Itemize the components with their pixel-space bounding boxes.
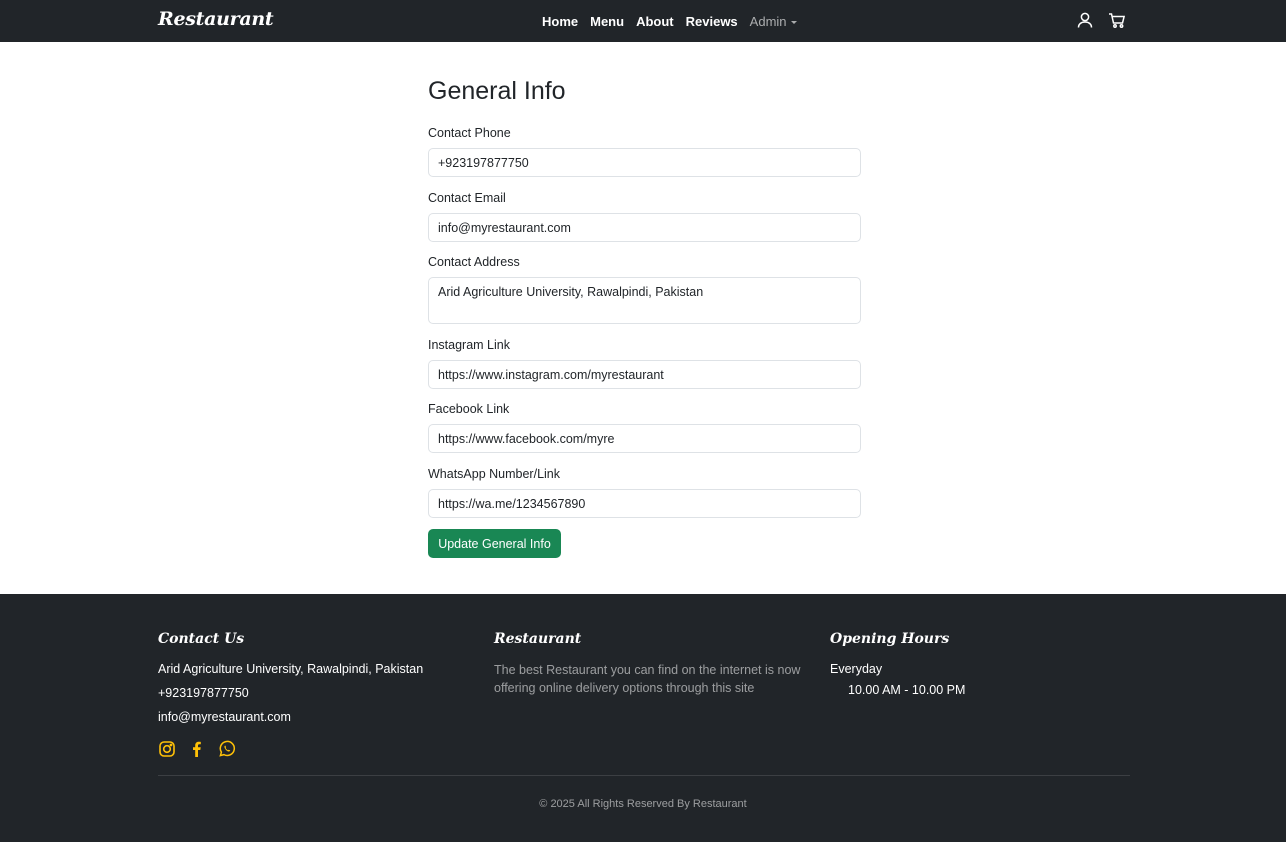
navbar: Restaurant Home Menu About Reviews Admin bbox=[0, 0, 1286, 42]
footer-hours-time: 10.00 AM - 10.00 PM bbox=[848, 683, 966, 697]
copyright-text: © 2025 All Rights Reserved By Restaurant bbox=[539, 798, 747, 810]
nav-icons bbox=[1076, 11, 1126, 29]
contact-email-value: info@myrestaurant.com bbox=[438, 220, 571, 235]
cart-icon[interactable] bbox=[1108, 11, 1126, 29]
social-links bbox=[158, 740, 236, 758]
whatsapp-label: WhatsApp Number/Link bbox=[428, 467, 561, 481]
footer-hours-heading: Opening Hours bbox=[830, 631, 950, 647]
facebook-icon[interactable] bbox=[188, 740, 206, 758]
nav-link-reviews[interactable]: Reviews bbox=[686, 14, 738, 29]
footer-contact-heading: Contact Us bbox=[158, 631, 245, 647]
instagram-link-value: https://www.instagram.com/myrestaurant bbox=[438, 367, 664, 382]
instagram-icon[interactable] bbox=[158, 740, 176, 758]
contact-email-input[interactable]: info@myrestaurant.com bbox=[428, 213, 861, 242]
facebook-link-input[interactable]: https://www.facebook.com/myre bbox=[428, 424, 861, 453]
nav-link-menu[interactable]: Menu bbox=[590, 14, 624, 29]
user-icon[interactable] bbox=[1076, 11, 1094, 29]
facebook-link-label: Facebook Link bbox=[428, 402, 510, 416]
nav-dropdown-admin[interactable]: Admin bbox=[750, 14, 797, 29]
nav-links: Home Menu About Reviews Admin bbox=[542, 0, 797, 42]
footer-email: info@myrestaurant.com bbox=[158, 710, 291, 724]
footer-divider bbox=[158, 775, 1130, 776]
whatsapp-icon[interactable] bbox=[218, 740, 236, 758]
contact-phone-label: Contact Phone bbox=[428, 126, 511, 140]
contact-email-label: Contact Email bbox=[428, 191, 506, 205]
instagram-link-label: Instagram Link bbox=[428, 338, 510, 352]
contact-phone-value: +923197877750 bbox=[438, 155, 529, 170]
caret-down-icon bbox=[790, 20, 797, 24]
footer-address: Arid Agriculture University, Rawalpindi,… bbox=[158, 662, 424, 676]
whatsapp-input[interactable]: https://wa.me/1234567890 bbox=[428, 489, 861, 518]
footer-hours-days: Everyday bbox=[830, 662, 883, 676]
nav-dropdown-admin-label: Admin bbox=[749, 13, 787, 29]
page-title: General Info bbox=[428, 77, 566, 105]
whatsapp-value: https://wa.me/1234567890 bbox=[438, 496, 586, 511]
brand-logo[interactable]: Restaurant bbox=[158, 8, 274, 30]
facebook-link-value: https://www.facebook.com/myre bbox=[438, 431, 615, 446]
nav-link-about[interactable]: About bbox=[636, 14, 674, 29]
footer-about-heading: Restaurant bbox=[494, 631, 582, 647]
contact-address-label: Contact Address bbox=[428, 255, 520, 269]
contact-address-textarea[interactable]: Arid Agriculture University, Rawalpindi,… bbox=[428, 277, 861, 324]
update-general-info-button[interactable]: Update General Info bbox=[428, 529, 561, 558]
footer-about-description: The best Restaurant you can find on the … bbox=[494, 663, 801, 695]
contact-phone-input[interactable]: +923197877750 bbox=[428, 148, 861, 177]
footer-phone: +923197877750 bbox=[158, 686, 249, 700]
contact-address-value: Arid Agriculture University, Rawalpindi,… bbox=[438, 285, 704, 299]
footer: Contact Us Arid Agriculture University, … bbox=[0, 594, 1286, 842]
nav-link-home[interactable]: Home bbox=[542, 14, 578, 29]
instagram-link-input[interactable]: https://www.instagram.com/myrestaurant bbox=[428, 360, 861, 389]
